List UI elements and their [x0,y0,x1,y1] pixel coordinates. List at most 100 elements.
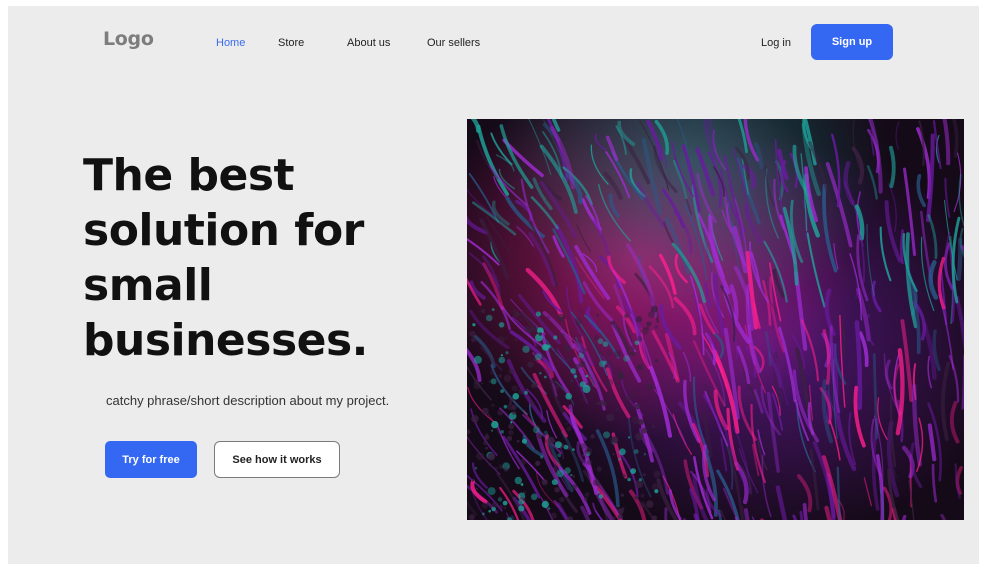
texture-dot [574,318,582,326]
texture-dot [475,487,478,491]
texture-dot [578,360,586,368]
texture-dot [605,379,613,387]
texture-dot [559,496,565,503]
login-link[interactable]: Log in [761,37,791,49]
texture-dot [490,378,497,385]
texture-dot [520,483,524,486]
texture-dot [535,311,541,317]
texture-dot [512,393,520,400]
texture-dot [602,360,607,365]
texture-dot [556,469,564,478]
nav-home-link[interactable]: Home [216,37,245,49]
texture-dot [547,436,555,444]
texture-dot [541,479,548,486]
see-how-button[interactable]: See how it works [214,441,340,478]
texture-dot [572,475,575,478]
nav-sellers-link[interactable]: Our sellers [427,37,480,49]
texture-dot [472,323,476,327]
texture-dot [586,459,592,465]
texture-dot [582,396,588,402]
texture-dot [567,405,572,409]
texture-dot [557,453,562,458]
texture-dot [547,316,550,319]
texture-dot [645,500,654,509]
texture-dot [580,443,587,449]
texture-dot [592,479,600,486]
texture-dot [483,440,488,446]
texture-dot [506,435,513,441]
texture-dot [606,350,612,356]
texture-dot [630,351,636,357]
texture-dot [617,508,624,515]
texture-dot [582,385,591,393]
texture-dot [573,374,578,379]
texture-dot [519,318,522,322]
texture-dot [509,368,514,374]
texture-dot [618,369,622,373]
nav-store-link[interactable]: Store [278,37,304,49]
texture-dot [596,402,599,405]
texture-dot [487,487,496,496]
texture-dot [633,449,639,454]
texture-dot [491,308,495,312]
signup-button[interactable]: Sign up [811,24,893,60]
texture-dot [643,453,647,456]
texture-dot [555,384,560,389]
texture-dot [554,441,562,449]
texture-dot [500,430,504,434]
texture-dot [617,514,623,520]
texture-dot [532,426,540,434]
texture-dot [488,380,491,383]
texture-dot [620,493,624,497]
texture-dot [500,354,503,357]
texture-dot [570,473,573,477]
texture-dot [535,460,541,466]
texture-dot [597,491,600,494]
texture-dot [617,372,625,379]
texture-dot [572,448,575,451]
texture-dot [481,502,489,509]
texture-dot [541,343,549,351]
texture-dot [598,399,605,406]
nav-about-link[interactable]: About us [347,37,390,49]
texture-dot [503,404,508,409]
try-free-button[interactable]: Try for free [105,441,197,478]
texture-dot [537,434,542,439]
texture-dot [510,455,513,459]
texture-dot [551,479,558,486]
texture-dot [646,321,652,327]
texture-dot [527,361,534,368]
texture-dot [519,458,526,466]
texture-dot [636,366,639,369]
texture-dot [540,455,544,459]
texture-dot [579,310,583,313]
texture-dot [518,505,525,512]
texture-dot [614,350,622,358]
texture-dot [646,383,653,390]
texture-stroke [900,229,904,265]
texture-dot [590,434,595,439]
texture-dot [650,305,658,313]
abstract-fractal-image [467,119,964,520]
texture-dot [634,403,641,410]
texture-dot [625,396,631,401]
texture-dot [566,357,571,362]
texture-dot [584,492,590,498]
texture-dot [514,337,519,342]
texture-dot [603,431,610,439]
texture-dot [582,454,585,457]
texture-dot [522,345,530,353]
texture-dot [598,494,604,499]
texture-dot [602,341,609,347]
texture-dot [634,340,640,346]
texture-dot [503,374,512,383]
texture-dot [634,495,638,500]
texture-dot [503,467,509,472]
texture-dot [476,452,484,461]
texture-dot [488,509,491,513]
headline-line: solution for [83,205,364,256]
headline-line: businesses. [83,315,368,366]
headline-line: The best [83,150,295,201]
texture-dot [630,345,636,351]
texture-dot [487,452,496,461]
